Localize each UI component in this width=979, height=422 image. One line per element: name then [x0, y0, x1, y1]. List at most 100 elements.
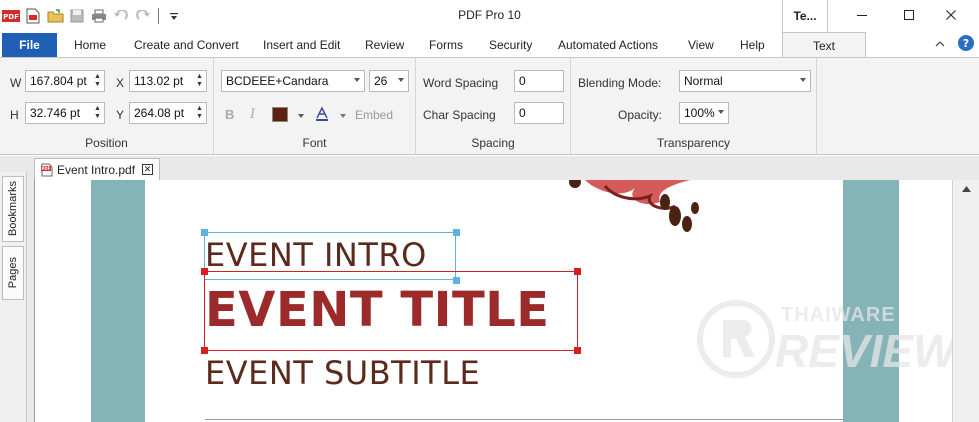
tab-home[interactable]: Home: [74, 38, 106, 52]
watermark-logo-icon: [697, 300, 775, 378]
height-value: 32.746 pt: [30, 106, 81, 120]
maximize-icon: [904, 10, 914, 20]
selection-handle[interactable]: [574, 347, 581, 354]
opacity-select[interactable]: 100%: [679, 102, 729, 124]
maximize-button[interactable]: [888, 0, 930, 30]
left-teal-band: [91, 180, 145, 422]
word-spacing-value: 0: [519, 74, 526, 88]
side-panel: Bookmarks Pages: [0, 172, 27, 422]
close-button[interactable]: [930, 0, 972, 30]
chevron-down-icon: [398, 78, 404, 82]
width-spinner[interactable]: ▲ ▼: [93, 73, 102, 89]
print-icon[interactable]: [90, 7, 108, 25]
tab-insert-and-edit[interactable]: Insert and Edit: [263, 38, 340, 52]
bookmarks-label: Bookmarks: [7, 181, 19, 237]
width-input[interactable]: 167.804 pt ▲ ▼: [25, 70, 105, 92]
tab-help[interactable]: Help: [740, 38, 765, 52]
y-label: Y: [116, 108, 125, 122]
font-size-select[interactable]: 26: [369, 70, 409, 92]
undo-icon[interactable]: [112, 7, 130, 25]
blending-mode-select[interactable]: Normal: [679, 70, 811, 92]
font-family-value: BCDEEE+Candara: [226, 74, 329, 88]
font-color-dropdown[interactable]: [298, 114, 304, 118]
selection-handle[interactable]: [201, 347, 208, 354]
app-title: PDF Pro 10: [458, 8, 521, 22]
watermark: THAIWARE REVIEW: [695, 290, 952, 390]
context-tab-title: Te...: [782, 0, 828, 32]
font-family-select[interactable]: BCDEEE+Candara: [221, 70, 365, 92]
position-group: W 167.804 pt ▲ ▼ H 32.746 pt ▲ ▼ X 113.02 …: [0, 58, 214, 154]
bookmarks-tab[interactable]: Bookmarks: [2, 176, 24, 242]
chevron-down-icon: [354, 78, 360, 82]
minimize-button[interactable]: [841, 0, 883, 30]
watermark-bottom-text: REVIEW: [775, 325, 952, 377]
title-selection-box[interactable]: [204, 271, 578, 351]
svg-text:?: ?: [963, 37, 969, 50]
selection-handle[interactable]: [201, 229, 208, 236]
new-document-icon[interactable]: [24, 7, 42, 25]
selection-handle[interactable]: [201, 268, 208, 275]
x-input[interactable]: 113.02 pt ▲ ▼: [129, 70, 207, 92]
event-subtitle-text[interactable]: EVENT SUBTITLE: [205, 354, 480, 392]
word-spacing-label: Word Spacing: [423, 76, 499, 90]
tab-text[interactable]: Text: [782, 32, 866, 58]
svg-text:PDF: PDF: [3, 13, 19, 21]
x-value: 113.02 pt: [134, 74, 184, 88]
blending-mode-label: Blending Mode:: [578, 76, 662, 90]
selection-handle[interactable]: [574, 268, 581, 275]
embed-label[interactable]: Embed: [355, 108, 393, 122]
document-tab[interactable]: PDF Event Intro.pdf ✕: [34, 158, 160, 180]
y-spinner[interactable]: ▲ ▼: [195, 105, 204, 121]
app-logo-icon[interactable]: PDF: [2, 7, 20, 25]
position-group-label: Position: [85, 136, 128, 150]
ribbon-tabs: File Home Create and Convert Insert and …: [0, 32, 979, 58]
close-tab-button[interactable]: ✕: [142, 164, 153, 175]
bold-button[interactable]: B: [225, 107, 234, 122]
file-tab[interactable]: File: [2, 33, 57, 57]
embed-dropdown[interactable]: [340, 114, 346, 118]
minimize-icon: [857, 15, 867, 16]
toolbar-separator: [158, 8, 159, 24]
text-outline-icon[interactable]: [314, 106, 330, 125]
char-spacing-input[interactable]: 0: [514, 102, 564, 124]
document-tab-label: Event Intro.pdf: [57, 162, 136, 177]
collapse-ribbon-icon[interactable]: [934, 38, 946, 52]
tab-forms[interactable]: Forms: [429, 38, 463, 52]
height-spinner[interactable]: ▲ ▼: [93, 105, 102, 121]
vertical-scrollbar[interactable]: [952, 180, 979, 422]
tab-create-and-convert[interactable]: Create and Convert: [134, 38, 239, 52]
word-spacing-input[interactable]: 0: [514, 70, 564, 92]
save-icon[interactable]: [68, 7, 86, 25]
italic-button[interactable]: I: [250, 107, 255, 122]
opacity-value: 100%: [684, 106, 715, 120]
spacing-group-label: Spacing: [471, 136, 515, 150]
spacing-group: Word Spacing 0 Char Spacing 0 Spacing: [416, 58, 571, 154]
ribbon-panel: W 167.804 pt ▲ ▼ H 32.746 pt ▲ ▼ X 113.02 …: [0, 57, 979, 155]
font-size-value: 26: [374, 74, 388, 88]
tab-security[interactable]: Security: [489, 38, 532, 52]
pdf-page[interactable]: EVENT INTRO EVENT TITLE EVENT SUBTITLE T…: [34, 180, 952, 422]
close-icon: [946, 10, 956, 20]
page-divider-line: [205, 419, 845, 420]
height-input[interactable]: 32.746 pt ▲ ▼: [25, 102, 105, 124]
tab-review[interactable]: Review: [365, 38, 404, 52]
x-spinner[interactable]: ▲ ▼: [195, 73, 204, 89]
char-spacing-label: Char Spacing: [423, 108, 496, 122]
help-icon[interactable]: ?: [957, 34, 975, 55]
transparency-group: Blending Mode: Normal Opacity: 100% Tran…: [571, 58, 817, 154]
chevron-down-icon: [718, 110, 724, 114]
font-color-swatch[interactable]: [272, 107, 288, 122]
customize-toolbar-icon[interactable]: [165, 7, 183, 25]
pages-tab[interactable]: Pages: [2, 246, 24, 300]
quick-access-toolbar: PDF: [2, 6, 183, 26]
scroll-up-icon[interactable]: [962, 186, 971, 192]
width-value: 167.804 pt: [30, 74, 87, 88]
y-input[interactable]: 264.08 pt ▲ ▼: [129, 102, 207, 124]
selection-handle[interactable]: [453, 229, 460, 236]
redo-icon[interactable]: [134, 7, 152, 25]
open-folder-icon[interactable]: [46, 7, 64, 25]
tab-automated-actions[interactable]: Automated Actions: [558, 38, 658, 52]
tab-view[interactable]: View: [688, 38, 714, 52]
flower-decoration-image: [569, 180, 699, 232]
svg-text:PDF: PDF: [42, 166, 51, 171]
